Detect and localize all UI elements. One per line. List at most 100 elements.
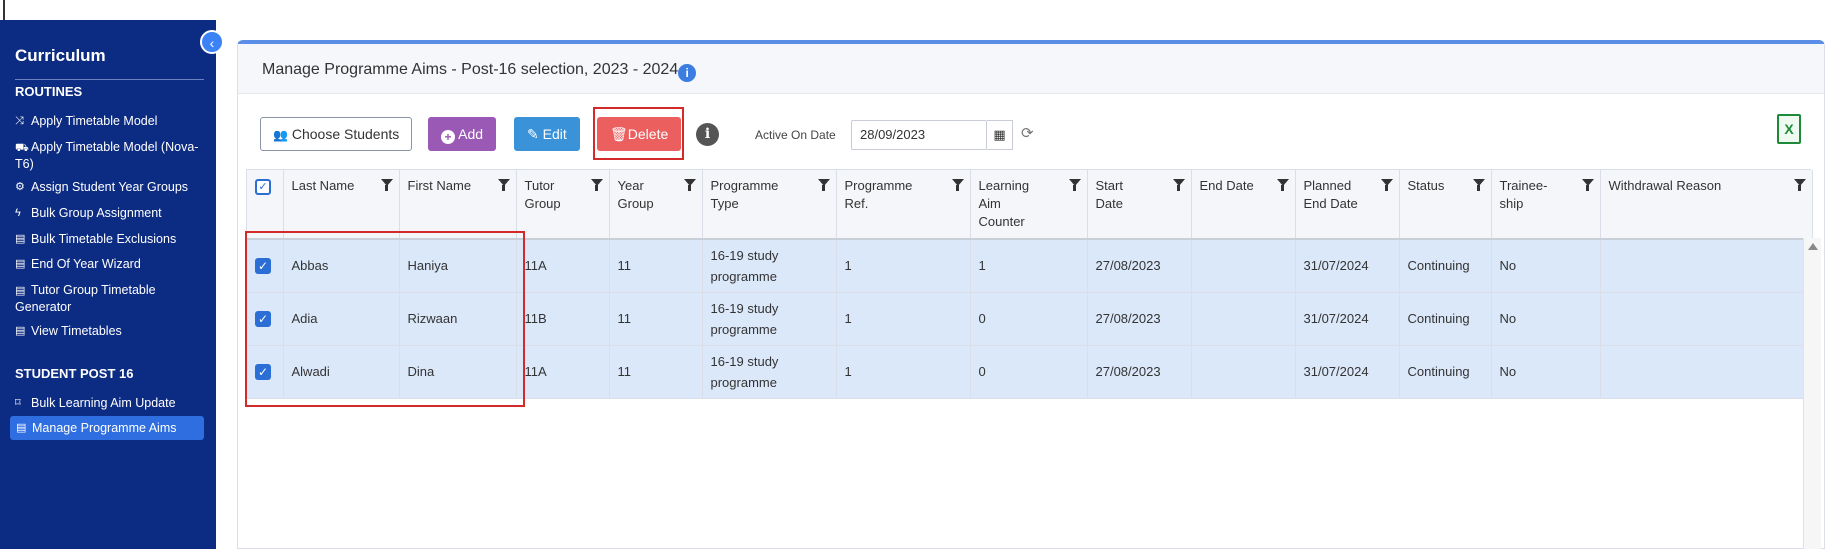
filter-icon[interactable] [380, 179, 393, 191]
sidebar-item-assign-student-year-groups[interactable]: ⚙ Assign Student Year Groups [15, 179, 205, 195]
sidebar-item-label: End Of Year Wizard [31, 257, 141, 271]
active-on-date-input[interactable]: 28/09/2023 [851, 120, 987, 150]
column-header-programme-type[interactable]: Programme Type [702, 170, 837, 240]
sidebar-item-apply-timetable-model[interactable]: ⤨ Apply Timetable Model [15, 113, 205, 129]
select-all-checkbox[interactable]: ✓ [255, 179, 271, 195]
table-row[interactable]: ✓ Alwadi Dina 11A 11 16-19 study program… [247, 345, 1813, 399]
sidebar-item-end-of-year-wizard[interactable]: ▤ End Of Year Wizard [15, 256, 205, 272]
cell-learning-aim-counter: 1 [970, 239, 1088, 293]
sidebar-item-label: Bulk Group Assignment [31, 206, 162, 220]
column-header-traineeship[interactable]: Trainee-ship [1491, 170, 1601, 240]
calendar-icon[interactable]: ▦ [987, 120, 1013, 150]
table-row[interactable]: ✓ Abbas Haniya 11A 11 16-19 study progra… [247, 239, 1813, 293]
sidebar-item-manage-programme-aims[interactable]: ▤ Manage Programme Aims [10, 416, 204, 440]
active-on-date-label: Active On Date [755, 128, 836, 142]
add-button[interactable]: + Add [428, 117, 497, 151]
cell-year-group: 11 [609, 239, 703, 293]
cell-programme-ref: 1 [836, 239, 971, 293]
filter-icon[interactable] [1581, 179, 1594, 191]
column-header-learning-aim-counter[interactable]: Learning Aim Counter [970, 170, 1088, 240]
cell-status: Continuing [1399, 239, 1492, 293]
palette-icon: ⚙ [15, 181, 25, 193]
filter-icon[interactable] [1472, 179, 1485, 191]
filter-icon[interactable] [1172, 179, 1185, 191]
cell-programme-ref: 1 [836, 292, 971, 346]
sidebar-item-tutor-group-timetable-generator[interactable]: ▤ Tutor Group Timetable Generator [15, 282, 205, 315]
cell-programme-type: 16-19 study programme [702, 345, 837, 399]
column-header-last-name[interactable]: Last Name [283, 170, 400, 240]
scroll-up-arrow-icon[interactable] [1808, 243, 1818, 250]
sidebar-item-view-timetables[interactable]: ▤ View Timetables [15, 323, 205, 339]
cell-status: Continuing [1399, 345, 1492, 399]
cell-traineeship: No [1491, 292, 1601, 346]
column-header-first-name[interactable]: First Name [399, 170, 517, 240]
row-checkbox[interactable]: ✓ [255, 364, 271, 380]
column-header-label: Trainee-ship [1499, 178, 1548, 211]
row-checkbox[interactable]: ✓ [255, 258, 271, 275]
sidebar-collapse-button[interactable]: ‹ [200, 30, 224, 54]
column-header-status[interactable]: Status [1399, 170, 1492, 240]
column-header-withdrawal-reason[interactable]: Withdrawal Reason [1600, 170, 1813, 240]
cell-withdrawal-reason [1600, 292, 1813, 346]
row-checkbox[interactable]: ✓ [255, 311, 271, 327]
choose-students-button[interactable]: 👥 Choose Students [260, 117, 413, 151]
page-title: Manage Programme Aims - Post-16 selectio… [262, 61, 697, 82]
add-label: Add [458, 126, 484, 142]
column-header-programme-ref[interactable]: Programme Ref. [836, 170, 971, 240]
filter-icon[interactable] [683, 179, 696, 191]
row-select-cell[interactable]: ✓ [247, 345, 284, 399]
delete-highlight-box [593, 107, 684, 160]
column-header-label: Start Date [1095, 178, 1123, 211]
sidebar-title: Curriculum [15, 46, 106, 65]
cell-first-name: Haniya [399, 239, 517, 293]
filter-icon[interactable] [497, 179, 510, 191]
cell-end-date [1191, 345, 1296, 399]
cell-learning-aim-counter: 0 [970, 292, 1088, 346]
filter-icon[interactable] [817, 179, 830, 191]
sidebar-item-label: Bulk Timetable Exclusions [31, 232, 177, 246]
select-all-cell[interactable]: ✓ [247, 170, 284, 240]
column-header-year-group[interactable]: Year Group [609, 170, 703, 240]
filter-icon[interactable] [1380, 179, 1393, 191]
users-icon: 👥 [273, 128, 288, 142]
sidebar-item-apply-timetable-model-nova[interactable]: ⛟ Apply Timetable Model (Nova-T6) [15, 139, 205, 172]
cell-programme-type: 16-19 study programme [702, 239, 837, 293]
row-select-cell[interactable]: ✓ [247, 292, 284, 346]
column-header-start-date[interactable]: Start Date [1087, 170, 1192, 240]
filter-icon[interactable] [1068, 179, 1081, 191]
column-header-label: Withdrawal Reason [1608, 178, 1722, 193]
grid-scrollbar[interactable] [1803, 238, 1821, 549]
refresh-icon[interactable]: ⟳ [1021, 124, 1034, 142]
sidebar-item-bulk-timetable-exclusions[interactable]: ▤ Bulk Timetable Exclusions [15, 231, 205, 247]
info-icon[interactable]: i [696, 123, 719, 146]
column-header-label: Planned End Date [1303, 178, 1358, 211]
edit-button[interactable]: ✎ Edit [514, 117, 580, 151]
column-header-tutor-group[interactable]: Tutor Group [516, 170, 610, 240]
filter-icon[interactable] [951, 179, 964, 191]
sidebar-item-bulk-learning-aim-update[interactable]: ⌑ Bulk Learning Aim Update [15, 395, 205, 411]
filter-icon[interactable] [1276, 179, 1289, 191]
row-select-cell[interactable]: ✓ [247, 239, 284, 293]
list-icon: ▤ [15, 233, 26, 245]
column-header-planned-end-date[interactable]: Planned End Date [1295, 170, 1400, 240]
plus-circle-icon: + [441, 130, 455, 144]
main-panel: Manage Programme Aims - Post-16 selectio… [237, 40, 1825, 549]
column-header-end-date[interactable]: End Date [1191, 170, 1296, 240]
column-header-label: First Name [407, 178, 472, 193]
cell-learning-aim-counter: 0 [970, 345, 1088, 399]
excel-export-icon[interactable]: X [1777, 114, 1801, 144]
cell-status: Continuing [1399, 292, 1492, 346]
sidebar-item-bulk-group-assignment[interactable]: ϟ Bulk Group Assignment [15, 205, 205, 221]
sidebar-item-label: Assign Student Year Groups [31, 180, 189, 194]
filter-icon[interactable] [1793, 179, 1806, 191]
sidebar-item-label: Apply Timetable Model (Nova-T6) [15, 140, 199, 171]
cell-withdrawal-reason [1600, 345, 1813, 399]
table-row[interactable]: ✓ Adia Rizwaan 11B 11 16-19 study progra… [247, 292, 1813, 346]
info-icon[interactable]: i [678, 64, 697, 82]
cell-end-date [1191, 292, 1296, 346]
filter-icon[interactable] [590, 179, 603, 191]
cell-withdrawal-reason [1600, 239, 1813, 293]
cell-last-name: Alwadi [283, 345, 400, 399]
column-header-label: Status [1407, 178, 1445, 193]
panel-header: Manage Programme Aims - Post-16 selectio… [238, 44, 1824, 94]
